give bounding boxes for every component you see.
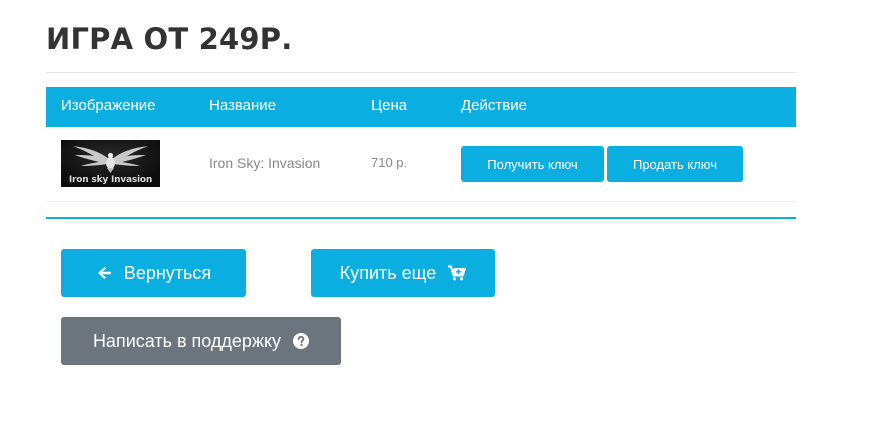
header-action: Действие [461,97,527,114]
back-button-label: Вернуться [123,262,212,283]
buy-more-button[interactable]: Купить еще [311,249,495,297]
title-divider [46,72,796,73]
thumbnail-caption: Iron sky Invasion [68,175,153,185]
header-name: Название [209,97,277,114]
table-bottom-divider [46,217,796,219]
arrow-left-icon [96,265,112,281]
question-circle-icon [293,333,310,349]
page-title: ИГРА ОТ 249Р. [46,22,293,56]
sell-key-button[interactable]: Продать ключ [607,146,743,182]
table-row: Iron sky Invasion Iron Sky: Invasion 710… [46,127,796,202]
cart-plus-icon [448,265,467,281]
header-price: Цена [371,97,408,114]
header-image: Изображение [61,97,156,114]
game-thumbnail: Iron sky Invasion [61,140,160,187]
support-button-label: Написать в поддержку [92,330,282,351]
back-button[interactable]: Вернуться [61,249,246,297]
game-name: Iron Sky: Invasion [209,155,321,171]
support-button[interactable]: Написать в поддержку [61,317,341,365]
table-header: Изображение Название Цена Действие [46,87,796,127]
game-price: 710 р. [371,155,408,170]
get-key-button[interactable]: Получить ключ [461,146,604,182]
games-table: Изображение Название Цена Действие Iron … [46,87,796,202]
buy-more-button-label: Купить еще [339,262,437,283]
